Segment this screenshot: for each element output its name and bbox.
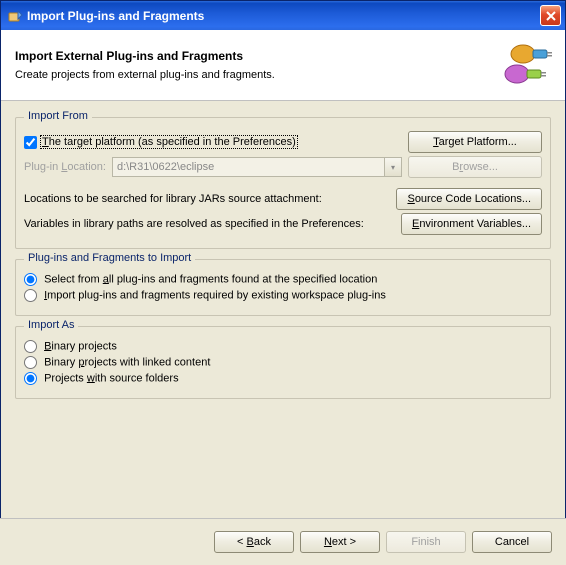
plugin-location-label: Plug-in Location: [24,161,106,173]
import-required-radio-row[interactable]: Import plug-ins and fragments required b… [24,289,386,302]
back-button[interactable]: < Back [214,531,294,553]
plugin-location-dropdown: ▾ [385,157,402,177]
import-as-legend: Import As [24,319,78,331]
import-as-group: Import As Binary projects Binary project… [15,326,551,399]
titlebar: Import Plug-ins and Fragments [1,1,565,30]
plugins-icon [495,40,555,90]
plugin-location-input [112,157,385,177]
window-title: Import Plug-ins and Fragments [27,9,540,23]
page-description: Create projects from external plug-ins a… [15,69,495,81]
close-button[interactable] [540,5,561,26]
import-required-radio[interactable] [24,289,37,302]
source-code-locations-button[interactable]: Source Code Locations... [396,188,542,210]
import-required-label: Import plug-ins and fragments required b… [44,289,386,301]
to-import-group: Plug-ins and Fragments to Import Select … [15,259,551,316]
source-locations-label: Locations to be searched for library JAR… [24,193,322,205]
wizard-header: Import External Plug-ins and Fragments C… [1,30,565,101]
import-wizard-icon [7,8,23,24]
select-all-radio-row[interactable]: Select from all plug-ins and fragments f… [24,273,377,286]
finish-button: Finish [386,531,466,553]
import-from-legend: Import From [24,110,92,122]
target-platform-label: The target platform (as specified in the… [41,136,297,148]
cancel-button[interactable]: Cancel [472,531,552,553]
next-button[interactable]: Next > [300,531,380,553]
browse-button: Browse... [408,156,542,178]
env-vars-label: Variables in library paths are resolved … [24,218,364,230]
source-folders-label: Projects with source folders [44,372,179,384]
import-from-group: Import From The target platform (as spec… [15,117,551,249]
binary-projects-radio[interactable] [24,340,37,353]
binary-projects-label: Binary projects [44,340,117,352]
to-import-legend: Plug-ins and Fragments to Import [24,252,195,264]
target-platform-button[interactable]: Target Platform... [408,131,542,153]
select-all-label: Select from all plug-ins and fragments f… [44,273,377,285]
source-folders-radio-row[interactable]: Projects with source folders [24,372,179,385]
environment-variables-button[interactable]: Environment Variables... [401,213,542,235]
source-folders-radio[interactable] [24,372,37,385]
binary-linked-label: Binary projects with linked content [44,356,210,368]
wizard-footer: < Back Next > Finish Cancel [0,518,566,565]
binary-projects-radio-row[interactable]: Binary projects [24,340,117,353]
binary-linked-radio-row[interactable]: Binary projects with linked content [24,356,210,369]
select-all-radio[interactable] [24,273,37,286]
target-platform-checkbox-row[interactable]: The target platform (as specified in the… [24,136,402,149]
target-platform-checkbox[interactable] [24,136,37,149]
page-title: Import External Plug-ins and Fragments [15,49,495,63]
binary-linked-radio[interactable] [24,356,37,369]
content-area: Import From The target platform (as spec… [1,101,565,399]
